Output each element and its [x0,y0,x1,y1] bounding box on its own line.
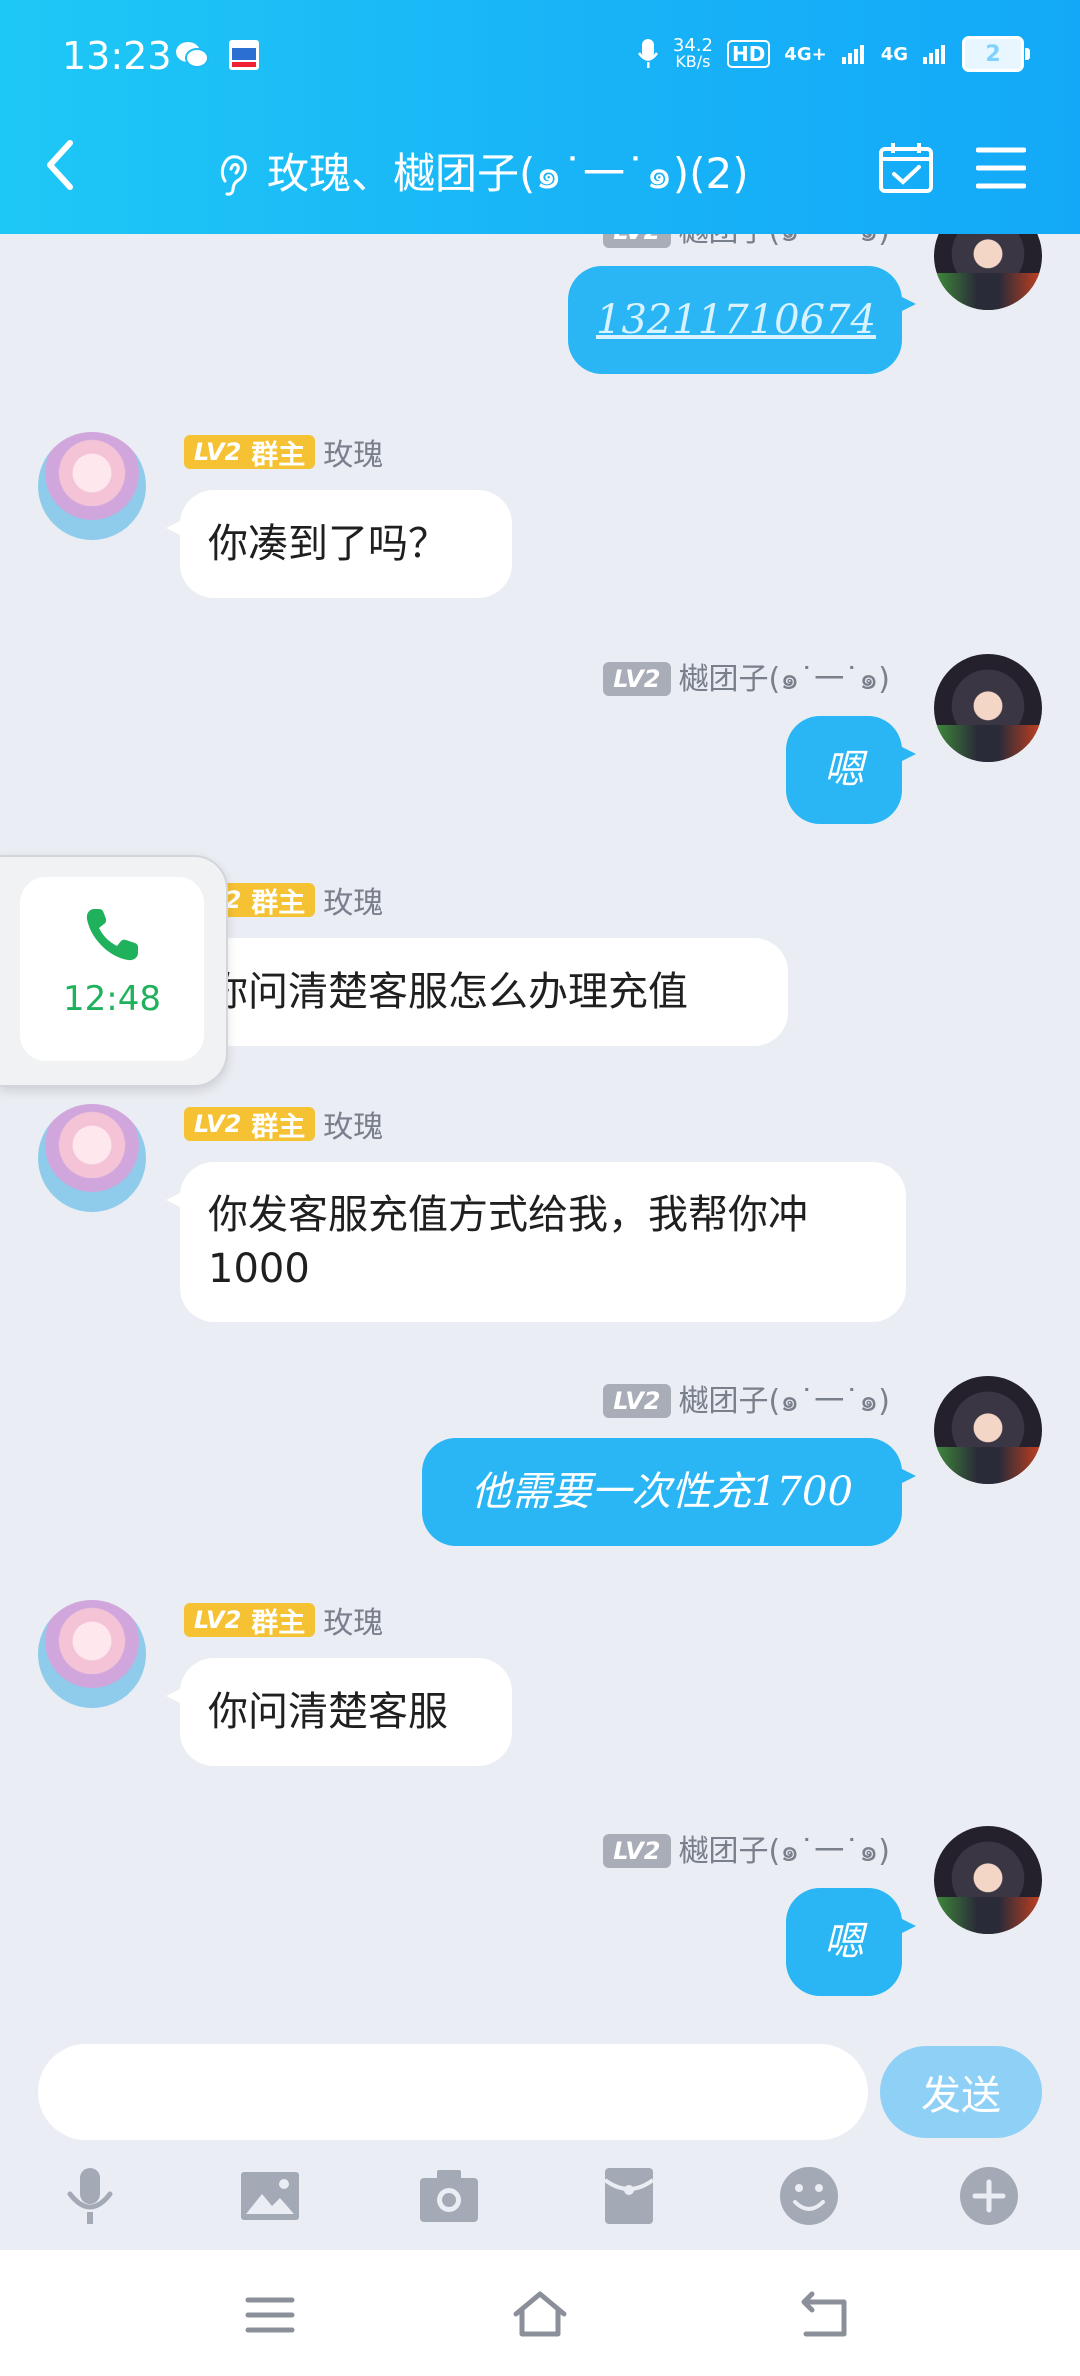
message-bubble[interactable]: 你发客服充值方式给我，我帮你冲1000 [166,1162,906,1322]
message-sender-row: LV2群主 玫瑰 [184,430,383,474]
camera-icon[interactable] [417,2164,481,2228]
back-button[interactable] [40,135,80,195]
message-text: 你凑到了吗？ [208,521,448,567]
avatar[interactable] [38,432,146,540]
back-nav-icon[interactable] [796,2290,856,2340]
phone-icon [86,909,138,961]
message-sender-row: LV2 樾团子(๑˙一˙๑) [603,1376,890,1425]
level-badge: LV2群主 [184,1603,316,1639]
chat-message-list[interactable]: LV2 樾团子(๑˙一˙๑) 13211710674 LV2群主 玫瑰 你凑到了… [0,234,1080,2044]
sender-name: 樾团子(๑˙一˙๑) [679,234,891,255]
sim2-label: 4G [880,43,908,65]
sender-name: 樾团子(๑˙一˙๑) [678,662,891,697]
message-text: 你问清楚客服怎么办理充值 [208,969,688,1015]
avatar[interactable] [934,1376,1042,1484]
level-badge: LV2 [603,1383,671,1418]
message-input[interactable] [38,2044,868,2140]
sim1-label: 4G+ [784,43,827,65]
call-card[interactable]: 12:48 [20,877,204,1061]
toolbar [0,2164,1080,2234]
message-bubble[interactable]: 你问清楚客服 [166,1658,512,1766]
send-button[interactable]: 发送 [880,2046,1042,2138]
microphone-status-icon [637,39,658,68]
sender-name: 玫瑰 [323,886,384,921]
plus-icon[interactable] [957,2164,1021,2228]
red-packet-icon[interactable] [597,2164,661,2228]
message-bubble[interactable]: 你凑到了吗？ [166,490,512,598]
message-bubble[interactable]: 13211710674 [568,266,916,374]
wechat-icon [176,42,209,68]
calendar-check-icon[interactable] [878,142,934,194]
message-sender-row: LV2群主 玫瑰 [184,1598,383,1642]
avatar[interactable] [934,1826,1042,1934]
message-sender-row: LV2 樾团子(๑˙一˙๑) [603,234,890,255]
status-time: 13:23 [62,34,172,78]
message-bubble[interactable]: 嗯 [786,716,916,824]
hd-icon: HD [726,40,771,68]
level-badge: LV2群主 [184,1107,316,1143]
input-bar: 发送 [0,2044,1080,2244]
chat-title: 玫瑰、樾团子(๑˙一˙๑)(2) [267,149,749,198]
avatar[interactable] [38,1600,146,1708]
sender-name: 樾团子(๑˙一˙๑) [678,1384,891,1419]
message-bubble[interactable]: 嗯 [786,1888,916,1996]
message-sender-row: LV2群主 玫瑰 [184,1102,383,1146]
app-notification-icon [229,40,259,70]
status-system-icons: 34.2 KB/s HD 4G+ 4G 2 [637,35,1030,72]
menu-icon[interactable] [976,146,1026,190]
network-speed: 34.2 KB/s [672,35,713,71]
message-text: 他需要一次性充1700 [471,1469,853,1515]
top-bar: 13:23 34.2 KB/s HD 4G+ 4G 2 玫瑰、樾团子(๑˙一˙๑… [0,0,1080,234]
message-text: 你问清楚客服 [208,1689,448,1735]
sender-name: 玫瑰 [323,1606,384,1641]
message-text: 你发客服充值方式给我，我帮你冲1000 [208,1192,808,1292]
system-nav-bar [0,2250,1080,2376]
menu-nav-icon[interactable] [240,2290,300,2340]
status-notification-icons [175,38,261,72]
level-badge: LV2 [603,234,671,248]
call-duration: 12:48 [63,979,161,1019]
level-badge: LV2 [603,661,671,696]
message-bubble[interactable]: 你问清楚客服怎么办理充值 [166,938,788,1046]
avatar[interactable] [934,654,1042,762]
sender-name: 樾团子(๑˙一˙๑) [678,1834,891,1869]
floating-call-widget[interactable]: 12:48 [0,855,228,1087]
message-bubble[interactable]: 他需要一次性充1700 [422,1438,916,1546]
sender-name: 玫瑰 [323,438,384,473]
voice-icon[interactable] [58,2164,122,2228]
level-badge: LV2群主 [184,435,316,471]
image-icon[interactable] [238,2164,302,2228]
message-sender-row: LV2 樾团子(๑˙一˙๑) [603,654,890,703]
avatar[interactable] [934,234,1042,310]
sender-name: 玫瑰 [323,1110,384,1145]
signal-icon [923,45,945,64]
level-badge: LV2 [603,1833,671,1868]
avatar[interactable] [38,1104,146,1212]
message-text: 嗯 [824,747,864,793]
message-text: 嗯 [824,1919,864,1965]
home-icon[interactable] [510,2290,570,2340]
battery-icon: 2 [962,36,1030,72]
message-sender-row: LV2 樾团子(๑˙一˙๑) [603,1826,890,1875]
ear-icon [220,154,247,196]
signal-icon [841,45,864,64]
phone-number-link[interactable]: 13211710674 [596,297,876,343]
chat-title-area[interactable]: 玫瑰、樾团子(๑˙一˙๑)(2) [215,140,749,207]
emoji-icon[interactable] [777,2164,841,2228]
